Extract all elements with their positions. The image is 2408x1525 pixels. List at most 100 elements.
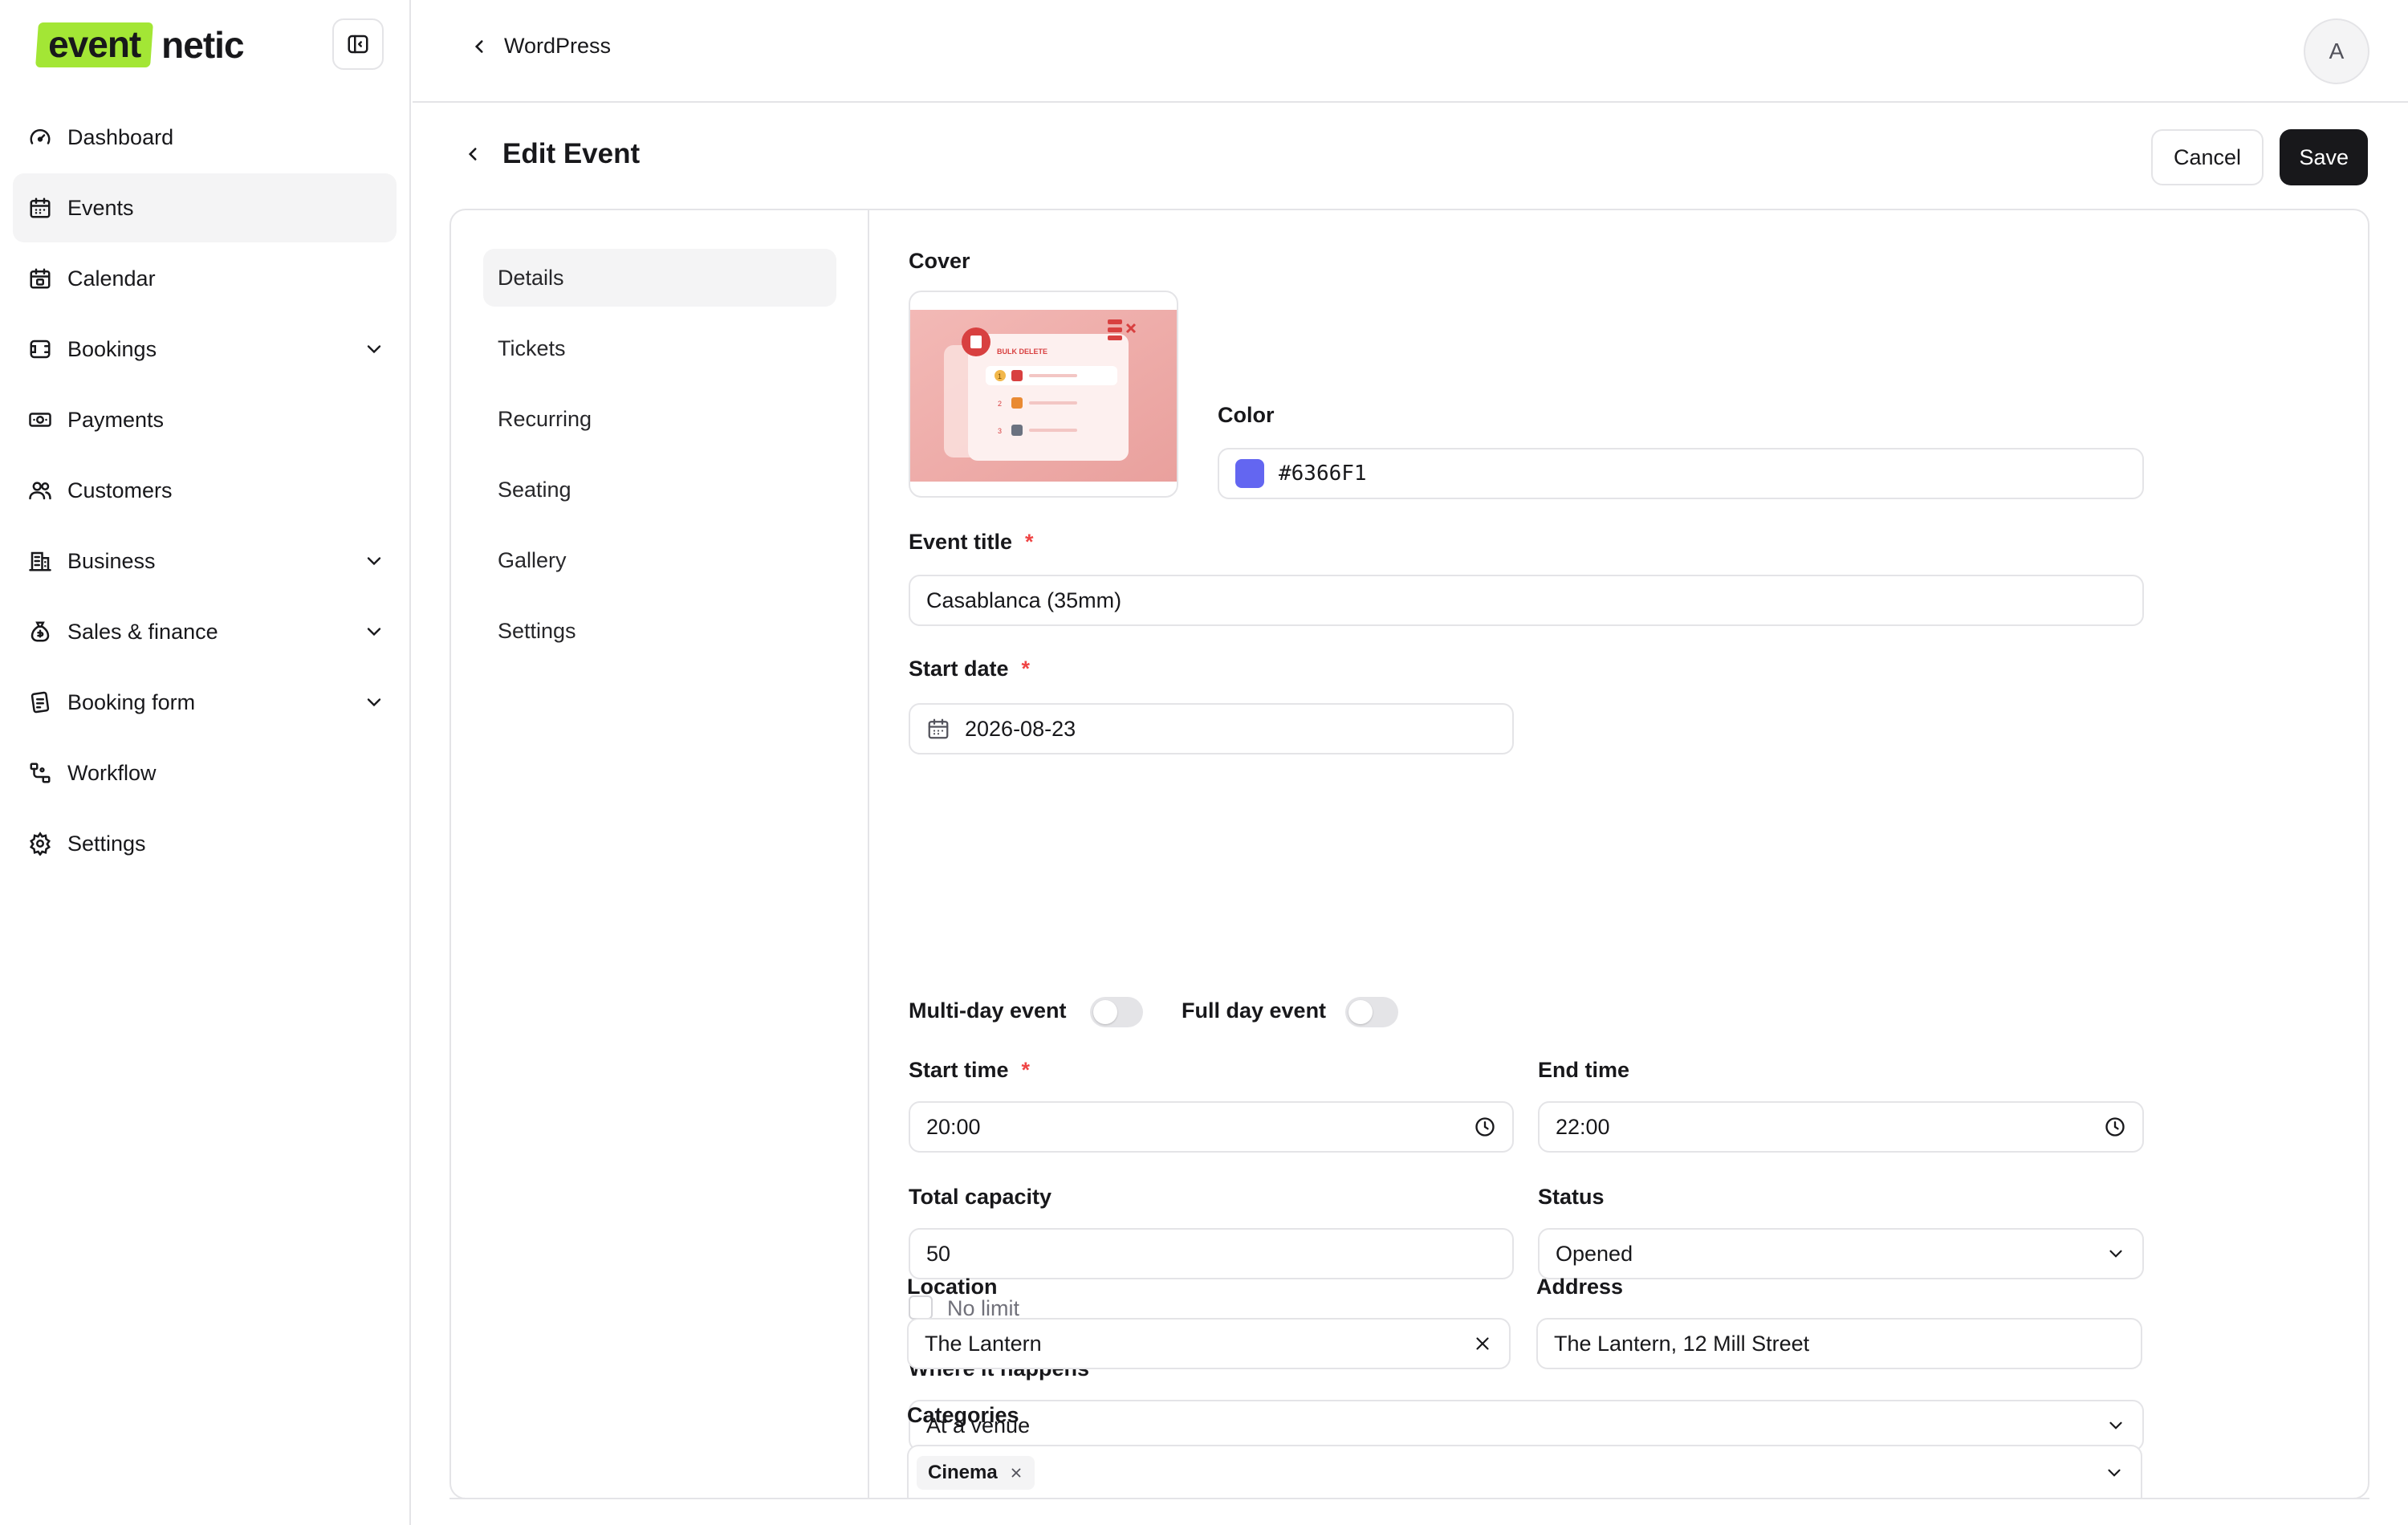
start-time-value: 20:00: [926, 1114, 981, 1139]
sidebar-item-settings[interactable]: Settings: [13, 809, 397, 878]
tab-settings[interactable]: Settings: [483, 602, 836, 660]
location-input[interactable]: The Lantern: [907, 1318, 1511, 1369]
tab-seating[interactable]: Seating: [483, 461, 836, 518]
sidebar-item-booking-form[interactable]: Booking form: [13, 668, 397, 737]
address-value: The Lantern, 12 Mill Street: [1554, 1331, 1810, 1356]
sidebar-item-business[interactable]: Business: [13, 527, 397, 596]
location-value: The Lantern: [925, 1331, 1042, 1356]
status-value: Opened: [1556, 1241, 1633, 1266]
address-input[interactable]: The Lantern, 12 Mill Street: [1536, 1318, 2142, 1369]
sidebar-item-label: Dashboard: [67, 124, 174, 149]
money-bag-icon: [27, 619, 53, 645]
sidebar: event netic Dashboard Events Calendar Boo…: [0, 0, 411, 1525]
edit-event-card: Details Tickets Recurring Seating Galler…: [449, 209, 2369, 1499]
clear-icon[interactable]: [1472, 1333, 1493, 1354]
where-select[interactable]: At a venue: [909, 1400, 2144, 1451]
tab-tickets[interactable]: Tickets: [483, 319, 836, 377]
capacity-value: 50: [926, 1241, 951, 1266]
sidebar-item-bookings[interactable]: Bookings: [13, 315, 397, 384]
avatar[interactable]: A: [2304, 18, 2369, 84]
remove-chip-icon[interactable]: [1009, 1466, 1023, 1480]
multi-day-toggle[interactable]: [1090, 997, 1143, 1027]
color-field[interactable]: #6366F1: [1218, 448, 2144, 499]
end-time-label: End time: [1538, 1058, 1630, 1082]
card-bottom-border: [449, 1498, 2369, 1499]
status-select[interactable]: Opened: [1538, 1228, 2144, 1279]
chevron-left-icon: [474, 39, 483, 53]
chevron-down-icon: [367, 557, 381, 566]
calendar-icon: [27, 195, 53, 221]
cover-image: BULK DELETE 1 2 3: [910, 310, 1177, 482]
end-time-value: 22:00: [1556, 1114, 1610, 1139]
categories-select[interactable]: Cinema: [907, 1445, 2142, 1499]
required-mark: *: [1025, 530, 1034, 554]
gear-icon: [27, 831, 53, 856]
chevron-down-icon: [367, 345, 381, 354]
clock-icon: [1475, 1117, 1495, 1137]
cover-label: Cover: [909, 249, 970, 273]
end-time-input[interactable]: 22:00: [1538, 1101, 2144, 1153]
sidebar-item-label: Payments: [67, 407, 165, 432]
color-swatch[interactable]: [1235, 459, 1264, 488]
full-day-label: Full day event: [1182, 998, 1327, 1023]
color-label: Color: [1218, 403, 1275, 427]
event-title-input[interactable]: Casablanca (35mm): [909, 575, 2144, 626]
users-icon: [27, 478, 53, 503]
tab-gallery[interactable]: Gallery: [483, 531, 836, 589]
chevron-down-icon: [2108, 1469, 2121, 1477]
sidebar-item-label: Settings: [67, 831, 146, 856]
page-header: Edit Event Cancel Save: [413, 104, 2408, 209]
panel-left-icon: [348, 35, 368, 54]
tab-recurring[interactable]: Recurring: [483, 390, 836, 448]
sidebar-item-payments[interactable]: Payments: [13, 385, 397, 454]
back-to-wordpress-link[interactable]: WordPress: [469, 34, 611, 59]
category-chip-label: Cinema: [928, 1462, 998, 1483]
page-title: Edit Event: [502, 138, 641, 169]
calendar-days-icon: [27, 266, 53, 291]
where-value: At a venue: [926, 1413, 1031, 1438]
capacity-input[interactable]: 50: [909, 1228, 1514, 1279]
sidebar-item-sales-finance[interactable]: Sales & finance: [13, 597, 397, 666]
clock-icon: [2105, 1117, 2125, 1137]
form-icon: [27, 689, 53, 715]
tab-details[interactable]: Details: [483, 249, 836, 307]
start-date-label: Start date *: [909, 657, 1031, 681]
back-chevron-icon[interactable]: [462, 144, 483, 165]
app-logo[interactable]: event netic: [35, 22, 245, 67]
cover-image-upload[interactable]: BULK DELETE 1 2 3: [909, 291, 1178, 498]
cover-row-1: 1: [998, 372, 1002, 380]
event-title-value: Casablanca (35mm): [926, 588, 1122, 612]
start-date-input[interactable]: 2026-08-23: [909, 703, 1514, 754]
chevron-down-icon: [367, 698, 381, 707]
cancel-button[interactable]: Cancel: [2150, 129, 2264, 185]
section-nav: Details Tickets Recurring Seating Galler…: [451, 210, 869, 1498]
logo-highlight-text: event: [48, 23, 141, 65]
full-day-toggle[interactable]: [1345, 997, 1398, 1027]
chevron-down-icon: [2109, 1250, 2122, 1258]
color-value: #6366F1: [1279, 462, 1367, 486]
cover-badge-text: BULK DELETE: [997, 348, 1047, 356]
save-button[interactable]: Save: [2280, 129, 2368, 185]
start-date-value: 2026-08-23: [965, 716, 1076, 741]
event-details-form: Cover BULK DELETE 1 2 3 Color #6366F1 Ev…: [909, 210, 2368, 1498]
sidebar-item-workflow[interactable]: Workflow: [13, 738, 397, 807]
sidebar-item-calendar[interactable]: Calendar: [13, 244, 397, 313]
sidebar-item-label: Sales & finance: [67, 619, 218, 644]
dashboard-gauge-icon: [27, 124, 53, 150]
sidebar-item-events[interactable]: Events: [13, 173, 397, 242]
bookings-icon: [27, 336, 53, 362]
sidebar-item-dashboard[interactable]: Dashboard: [13, 103, 397, 172]
back-link-label: WordPress: [504, 34, 612, 58]
sidebar-item-customers[interactable]: Customers: [13, 456, 397, 525]
workflow-icon: [27, 760, 53, 786]
logo-rest-text: netic: [161, 24, 244, 66]
no-limit-checkbox[interactable]: [909, 1295, 933, 1320]
category-chip: Cinema: [917, 1456, 1035, 1490]
capacity-label: Total capacity: [909, 1185, 1052, 1209]
start-time-label: Start time *: [909, 1058, 1031, 1082]
start-time-input[interactable]: 20:00: [909, 1101, 1514, 1153]
sidebar-toggle-button[interactable]: [332, 18, 384, 70]
building-icon: [27, 548, 53, 574]
multi-day-label: Multi-day event: [909, 998, 1067, 1023]
required-mark: *: [1021, 657, 1031, 681]
